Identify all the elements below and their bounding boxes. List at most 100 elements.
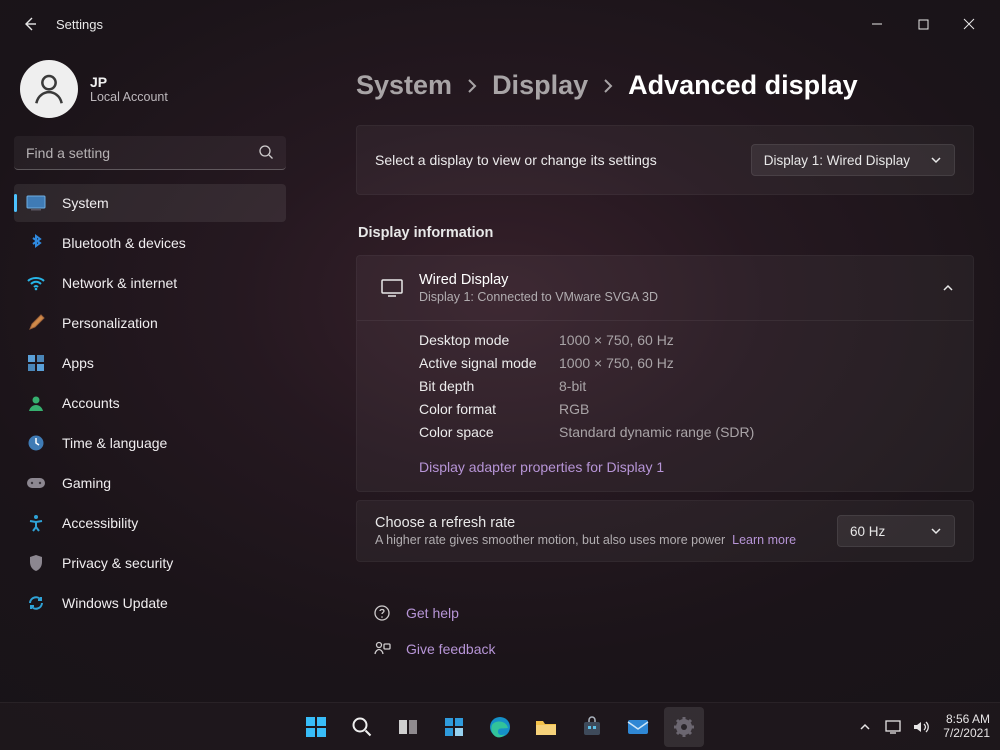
store-button[interactable] — [572, 707, 612, 747]
refresh-rate-card: Choose a refresh rate A higher rate give… — [356, 500, 974, 562]
mail-button[interactable] — [618, 707, 658, 747]
dropdown-value: 60 Hz — [850, 524, 885, 539]
breadcrumb-display[interactable]: Display — [492, 70, 588, 101]
arrow-left-icon — [22, 16, 38, 32]
mail-icon — [626, 717, 650, 737]
sidebar-item-gaming[interactable]: Gaming — [14, 464, 286, 502]
apps-icon — [26, 353, 46, 373]
chevron-right-icon — [466, 78, 478, 94]
edge-icon — [488, 715, 512, 739]
wifi-icon — [26, 273, 46, 293]
system-tray: 8:56 AM 7/2/2021 — [855, 713, 990, 741]
sidebar-item-system[interactable]: System — [14, 184, 286, 222]
taskbar-center — [296, 707, 704, 747]
select-display-label: Select a display to view or change its s… — [375, 152, 751, 168]
search-input[interactable] — [26, 145, 250, 161]
get-help-row[interactable]: Get help — [372, 598, 974, 628]
clock-tray[interactable]: 8:56 AM 7/2/2021 — [943, 713, 990, 741]
chevron-up-icon — [859, 721, 871, 733]
gear-icon — [673, 716, 695, 738]
sidebar-item-windows-update[interactable]: Windows Update — [14, 584, 286, 622]
edge-button[interactable] — [480, 707, 520, 747]
sidebar-item-bluetooth[interactable]: Bluetooth & devices — [14, 224, 286, 262]
breadcrumb-system[interactable]: System — [356, 70, 452, 101]
refresh-rate-subtitle: A higher rate gives smoother motion, but… — [375, 533, 837, 547]
sidebar-item-label: Gaming — [62, 475, 111, 491]
display-name: Wired Display — [419, 272, 941, 288]
widgets-button[interactable] — [434, 707, 474, 747]
volume-tray-icon[interactable] — [911, 717, 931, 737]
brush-icon — [26, 313, 46, 333]
table-row: Bit depth8-bit — [419, 378, 955, 394]
bluetooth-icon — [26, 233, 46, 253]
settings-button[interactable] — [664, 707, 704, 747]
sidebar-item-label: Network & internet — [62, 275, 177, 291]
window-minimize-button[interactable] — [854, 8, 900, 40]
widgets-icon — [443, 716, 465, 738]
select-display-dropdown[interactable]: Display 1: Wired Display — [751, 144, 955, 176]
store-icon — [581, 716, 603, 738]
sidebar-item-label: Personalization — [62, 315, 158, 331]
sidebar-item-label: System — [62, 195, 109, 211]
window-close-button[interactable] — [946, 8, 992, 40]
tray-overflow-button[interactable] — [855, 717, 875, 737]
table-row: Desktop mode1000 × 750, 60 Hz — [419, 332, 955, 348]
dropdown-value: Display 1: Wired Display — [764, 153, 910, 168]
window-maximize-button[interactable] — [900, 8, 946, 40]
window-title: Settings — [56, 17, 103, 32]
monitor-small-icon — [884, 719, 902, 735]
chevron-up-icon — [941, 281, 955, 295]
folder-icon — [534, 716, 558, 738]
display-subtitle: Display 1: Connected to VMware SVGA 3D — [419, 290, 941, 304]
sidebar-item-accounts[interactable]: Accounts — [14, 384, 286, 422]
chevron-down-icon — [930, 154, 942, 166]
sidebar-item-privacy[interactable]: Privacy & security — [14, 544, 286, 582]
back-button[interactable] — [18, 12, 42, 36]
sidebar-item-label: Bluetooth & devices — [62, 235, 186, 251]
table-row: Color formatRGB — [419, 401, 955, 417]
select-display-card: Select a display to view or change its s… — [356, 125, 974, 195]
learn-more-link[interactable]: Learn more — [732, 533, 796, 547]
nav-list: System Bluetooth & devices Network & int… — [14, 184, 286, 622]
search-button[interactable] — [342, 707, 382, 747]
task-view-button[interactable] — [388, 707, 428, 747]
maximize-icon — [918, 19, 929, 30]
sidebar-item-accessibility[interactable]: Accessibility — [14, 504, 286, 542]
display-properties: Desktop mode1000 × 750, 60 Hz Active sig… — [357, 320, 973, 459]
sidebar-item-label: Time & language — [62, 435, 167, 451]
start-button[interactable] — [296, 707, 336, 747]
breadcrumb: System Display Advanced display — [356, 70, 974, 101]
network-tray-icon[interactable] — [883, 717, 903, 737]
tray-date: 7/2/2021 — [943, 727, 990, 741]
search-field[interactable] — [14, 136, 286, 170]
table-row: Active signal mode1000 × 750, 60 Hz — [419, 355, 955, 371]
display-info-header[interactable]: Wired Display Display 1: Connected to VM… — [357, 256, 973, 320]
clock-icon — [26, 433, 46, 453]
sidebar-item-label: Apps — [62, 355, 94, 371]
adapter-properties-link[interactable]: Display adapter properties for Display 1 — [419, 459, 664, 475]
refresh-rate-dropdown[interactable]: 60 Hz — [837, 515, 955, 547]
task-view-icon — [397, 717, 419, 737]
sidebar-item-apps[interactable]: Apps — [14, 344, 286, 382]
get-help-link[interactable]: Get help — [406, 605, 459, 621]
sidebar-item-label: Privacy & security — [62, 555, 173, 571]
explorer-button[interactable] — [526, 707, 566, 747]
sidebar: JP Local Account System Bluetooth & devi… — [0, 48, 300, 702]
refresh-rate-title: Choose a refresh rate — [375, 515, 837, 531]
close-icon — [963, 18, 975, 30]
give-feedback-row[interactable]: Give feedback — [372, 634, 974, 664]
update-icon — [26, 593, 46, 613]
user-profile[interactable]: JP Local Account — [20, 60, 286, 118]
sidebar-item-network[interactable]: Network & internet — [14, 264, 286, 302]
page-title: Advanced display — [628, 70, 858, 101]
windows-icon — [304, 715, 328, 739]
sidebar-item-time-language[interactable]: Time & language — [14, 424, 286, 462]
speaker-icon — [912, 719, 930, 735]
user-name: JP — [90, 74, 168, 90]
monitor-icon — [375, 278, 409, 298]
give-feedback-link[interactable]: Give feedback — [406, 641, 496, 657]
sidebar-item-label: Accessibility — [62, 515, 138, 531]
minimize-icon — [871, 18, 883, 30]
sidebar-item-personalization[interactable]: Personalization — [14, 304, 286, 342]
display-info-card: Wired Display Display 1: Connected to VM… — [356, 255, 974, 492]
